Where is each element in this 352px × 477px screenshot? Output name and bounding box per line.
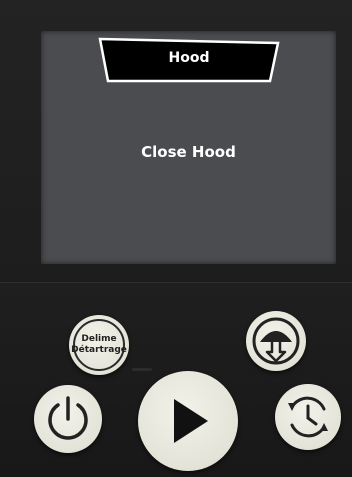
panel-notch [132,368,152,371]
power-icon [48,396,88,440]
timer-cycle-icon [288,396,328,438]
screen-title-banner: Hood [98,37,280,83]
button-panel: Delime Détartrage [0,282,352,477]
play-icon [174,399,208,443]
descale-ring: Delime Détartrage [71,319,127,371]
appliance-control-panel: Hood Close Hood Delime Détartrage [0,0,352,477]
descale-label-line2: Détartrage [71,345,127,355]
power-button[interactable] [34,385,102,453]
screen-message: Close Hood [141,143,236,161]
hood-icon [252,317,300,365]
descale-button[interactable]: Delime Détartrage [69,315,129,375]
hood-button[interactable] [246,311,306,371]
display-bezel: Hood Close Hood [0,0,352,282]
screen-title: Hood [168,50,210,66]
timer-button[interactable] [275,384,341,450]
descale-label-line1: Delime [81,334,117,344]
display-screen: Hood Close Hood [41,31,336,264]
start-button[interactable] [138,371,238,471]
